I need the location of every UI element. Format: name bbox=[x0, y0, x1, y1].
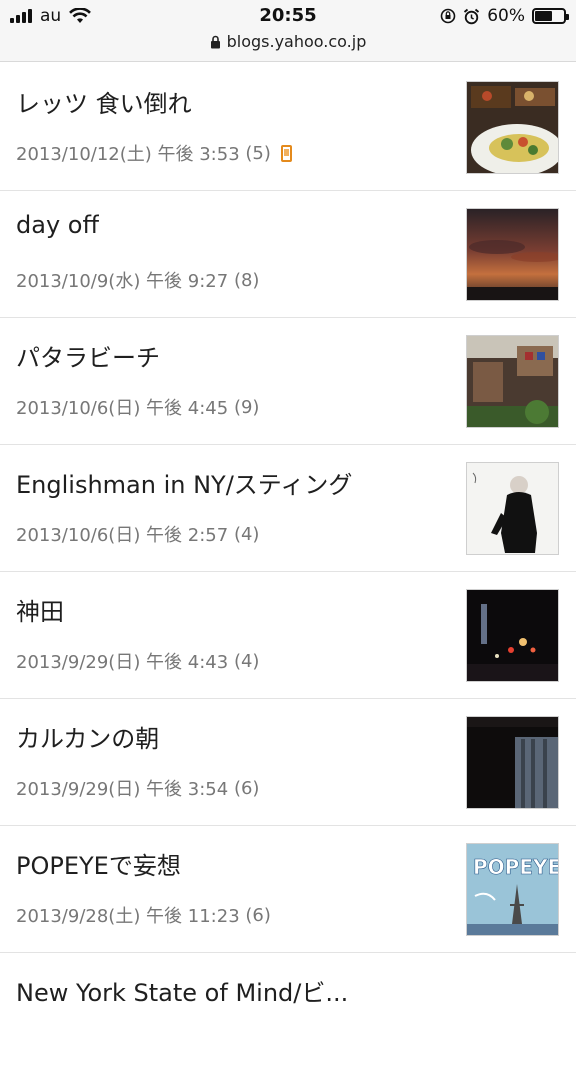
post-row[interactable]: day off 2013/10/9(水) 午後 9:27 (8) bbox=[0, 191, 576, 318]
url-text: blogs.yahoo.co.jp bbox=[226, 32, 367, 51]
post-date: 2013/10/12(土) 午後 3:53 bbox=[16, 144, 240, 165]
post-meta: 2013/10/9(水) 午後 9:27 (8) bbox=[16, 267, 259, 293]
post-date: 2013/10/6(日) 午後 2:57 bbox=[16, 525, 229, 546]
mobile-post-icon bbox=[280, 144, 292, 162]
post-date: 2013/9/29(日) 午後 4:43 bbox=[16, 652, 229, 673]
post-title[interactable]: POPEYEで妄想 bbox=[16, 846, 181, 881]
alarm-icon bbox=[464, 8, 480, 24]
post-row[interactable]: POPEYEで妄想 2013/9/28(土) 午後 11:23 (6) POPE… bbox=[0, 826, 576, 953]
post-title[interactable]: レッツ 食い倒れ bbox=[16, 84, 192, 119]
status-bar: au 20:55 60% blogs.yahoo.co.jp bbox=[0, 0, 576, 62]
post-row[interactable]: New York State of Mind/ビ... bbox=[0, 953, 576, 1080]
post-thumbnail[interactable] bbox=[466, 462, 559, 555]
post-row[interactable]: Englishman in NY/スティング 2013/10/6(日) 午後 2… bbox=[0, 445, 576, 572]
post-row[interactable]: 神田 2013/9/29(日) 午後 4:43 (4) bbox=[0, 572, 576, 699]
rotation-lock-icon bbox=[440, 8, 456, 24]
comment-count: (4) bbox=[233, 650, 260, 672]
comment-count: (6) bbox=[233, 777, 260, 799]
post-title[interactable]: カルカンの朝 bbox=[16, 719, 159, 754]
post-meta: 2013/9/29(日) 午後 4:43 (4) bbox=[16, 648, 259, 674]
comment-count: (6) bbox=[245, 904, 271, 926]
post-row[interactable]: レッツ 食い倒れ 2013/10/12(土) 午後 3:53 (5) bbox=[0, 64, 576, 191]
comment-count: (9) bbox=[233, 396, 260, 418]
battery-percent: 60% bbox=[487, 6, 525, 26]
post-date: 2013/9/28(土) 午後 11:23 bbox=[16, 906, 240, 927]
post-title[interactable]: 神田 bbox=[16, 592, 64, 627]
post-row[interactable]: カルカンの朝 2013/9/29(日) 午後 3:54 (6) bbox=[0, 699, 576, 826]
lock-icon bbox=[210, 35, 220, 49]
comment-count: (8) bbox=[233, 269, 260, 291]
post-thumbnail[interactable] bbox=[466, 81, 559, 174]
magazine-logo-text: POPEYE bbox=[473, 855, 559, 879]
post-date: 2013/9/29(日) 午後 3:54 bbox=[16, 779, 229, 800]
post-meta: 2013/9/29(日) 午後 3:54 (6) bbox=[16, 775, 259, 801]
post-meta: 2013/10/6(日) 午後 2:57 (4) bbox=[16, 521, 259, 547]
comment-count: (5) bbox=[245, 142, 271, 164]
comment-count: (4) bbox=[233, 523, 260, 545]
post-thumbnail[interactable] bbox=[466, 208, 559, 301]
post-date: 2013/10/6(日) 午後 4:45 bbox=[16, 398, 229, 419]
address-bar[interactable]: blogs.yahoo.co.jp bbox=[0, 32, 576, 51]
post-thumbnail[interactable] bbox=[466, 589, 559, 682]
post-meta: 2013/10/6(日) 午後 4:45 (9) bbox=[16, 394, 259, 420]
post-meta: 2013/10/12(土) 午後 3:53 (5) bbox=[16, 140, 292, 166]
status-right: 60% bbox=[440, 6, 569, 26]
post-title[interactable]: day off bbox=[16, 211, 99, 239]
post-date: 2013/10/9(水) 午後 9:27 bbox=[16, 271, 229, 292]
post-meta: 2013/9/28(土) 午後 11:23 (6) bbox=[16, 902, 271, 928]
post-title[interactable]: Englishman in NY/スティング bbox=[16, 465, 352, 500]
post-title[interactable]: New York State of Mind/ビ... bbox=[16, 973, 348, 1008]
post-row[interactable]: パタラビーチ 2013/10/6(日) 午後 4:45 (9) bbox=[0, 318, 576, 445]
post-thumbnail[interactable] bbox=[466, 716, 559, 809]
post-thumbnail[interactable]: POPEYE bbox=[466, 843, 559, 936]
blog-post-list: レッツ 食い倒れ 2013/10/12(土) 午後 3:53 (5) day o… bbox=[0, 64, 576, 1080]
post-title[interactable]: パタラビーチ bbox=[16, 338, 160, 373]
battery-icon bbox=[532, 8, 569, 24]
post-thumbnail[interactable] bbox=[466, 335, 559, 428]
